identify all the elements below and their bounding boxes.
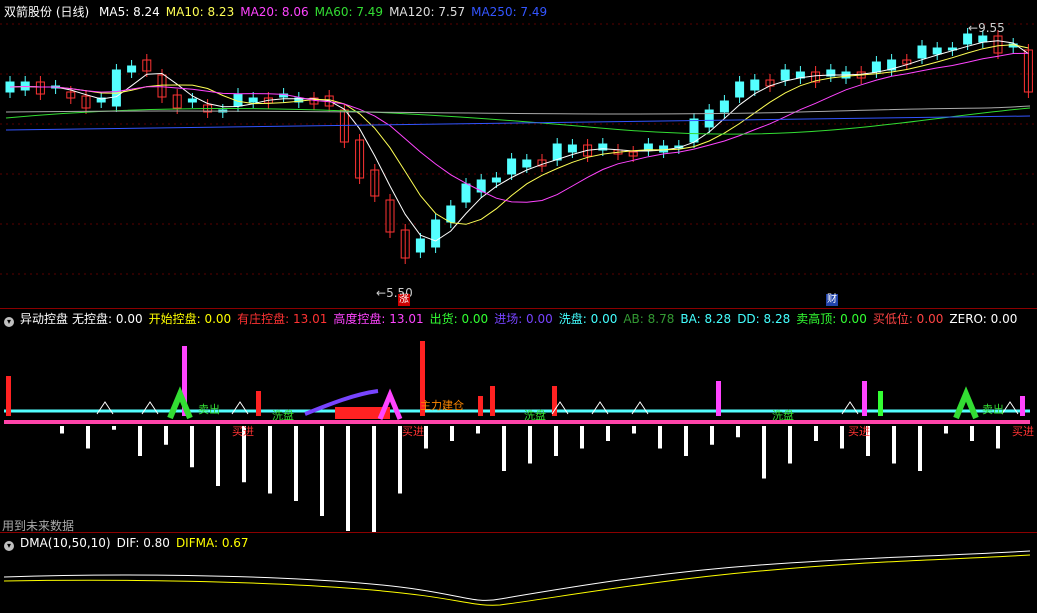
signal-label: 买进 xyxy=(232,425,254,438)
negative-bar xyxy=(918,426,922,471)
positive-bar xyxy=(862,381,867,416)
negative-bar xyxy=(450,426,454,441)
negative-bar xyxy=(164,426,168,445)
candle-body xyxy=(963,33,973,45)
positive-bar xyxy=(478,396,483,416)
positive-bar xyxy=(716,381,721,416)
negative-bar xyxy=(268,426,272,494)
negative-bar xyxy=(684,426,688,456)
negative-bar xyxy=(710,426,714,445)
negative-bar xyxy=(346,426,350,531)
candle-body xyxy=(750,79,760,91)
difma-line xyxy=(3,554,1031,606)
high-price-label: ←9.55 xyxy=(968,21,1005,35)
negative-bar xyxy=(424,426,428,449)
cai-marker[interactable]: 财 xyxy=(826,294,838,306)
candle-body xyxy=(127,65,137,73)
positive-bar xyxy=(490,386,495,416)
negative-bar xyxy=(216,426,220,486)
candle-body xyxy=(659,145,669,153)
positive-bar xyxy=(256,391,261,416)
signal-label: 买进 xyxy=(1012,425,1034,438)
signal-label: 洗盘 xyxy=(524,408,546,422)
negative-bar xyxy=(788,426,792,464)
candle-body xyxy=(507,158,517,175)
negative-bar xyxy=(528,426,532,464)
signal-label: 卖出 xyxy=(198,402,220,416)
positive-bar xyxy=(6,376,11,416)
negative-bar xyxy=(658,426,662,449)
positive-bar xyxy=(1020,396,1025,416)
candle-body xyxy=(932,47,942,55)
top-triangle xyxy=(953,386,979,420)
negative-bar xyxy=(814,426,818,441)
signal-label: 洗盘 xyxy=(272,408,294,422)
negative-bar xyxy=(502,426,506,471)
candle-body xyxy=(871,61,881,73)
candle-body xyxy=(431,219,441,248)
candlestick-chart[interactable] xyxy=(0,0,1037,308)
negative-bar xyxy=(138,426,142,456)
negative-bar xyxy=(554,426,558,456)
negative-bar xyxy=(606,426,610,441)
candle-body xyxy=(461,183,471,203)
negative-bar xyxy=(294,426,298,501)
negative-bar xyxy=(632,426,636,434)
candle-body xyxy=(917,45,927,59)
candle-body xyxy=(704,109,714,128)
ma60-line xyxy=(5,107,1031,135)
candle-body xyxy=(491,177,501,183)
negative-bar xyxy=(970,426,974,441)
ma250-line xyxy=(5,115,1031,131)
negative-bar xyxy=(60,426,64,434)
negative-bar xyxy=(86,426,90,449)
candle-body xyxy=(476,179,486,193)
candle-body xyxy=(567,144,577,153)
dif-line xyxy=(3,550,1031,601)
negative-bar xyxy=(762,426,766,479)
signal-label: 洗盘 xyxy=(772,408,794,422)
negative-bar xyxy=(190,426,194,468)
candle-body xyxy=(522,159,532,168)
negative-bar xyxy=(580,426,584,449)
positive-bar xyxy=(878,391,883,416)
negative-bar xyxy=(996,426,1000,449)
signal-label: 卖出 xyxy=(982,402,1004,416)
candle-body xyxy=(643,143,653,151)
candle-body xyxy=(689,118,699,143)
negative-bar xyxy=(112,426,116,430)
ma120-line xyxy=(5,105,1031,115)
negative-bar xyxy=(320,426,324,516)
negative-bar xyxy=(736,426,740,438)
signal-label: 买进 xyxy=(402,425,424,438)
candle-body xyxy=(111,69,121,107)
negative-bar xyxy=(892,426,896,464)
indicator-chart[interactable]: 卖出 卖出 洗盘 洗盘 洗盘买进 买进 买进 买进 主力建仓 xyxy=(0,309,1037,532)
candle-body xyxy=(719,100,729,113)
candle-body xyxy=(978,35,988,43)
zhang-marker[interactable]: 涨 xyxy=(398,294,410,306)
candle-body xyxy=(552,143,562,161)
candle-body xyxy=(780,69,790,81)
candle-body xyxy=(248,97,258,103)
negative-bar xyxy=(476,426,480,434)
candle-body xyxy=(446,205,456,223)
candle-body xyxy=(735,81,745,98)
negative-bar xyxy=(840,426,844,449)
signal-label: 主力建仓 xyxy=(420,398,464,412)
candle-body xyxy=(415,238,425,253)
positive-bar xyxy=(552,386,557,416)
candle-body xyxy=(187,98,197,103)
negative-bar xyxy=(944,426,948,434)
signal-label: 买进 xyxy=(848,425,870,438)
negative-bar xyxy=(372,426,376,532)
dma-chart[interactable] xyxy=(0,533,1037,613)
